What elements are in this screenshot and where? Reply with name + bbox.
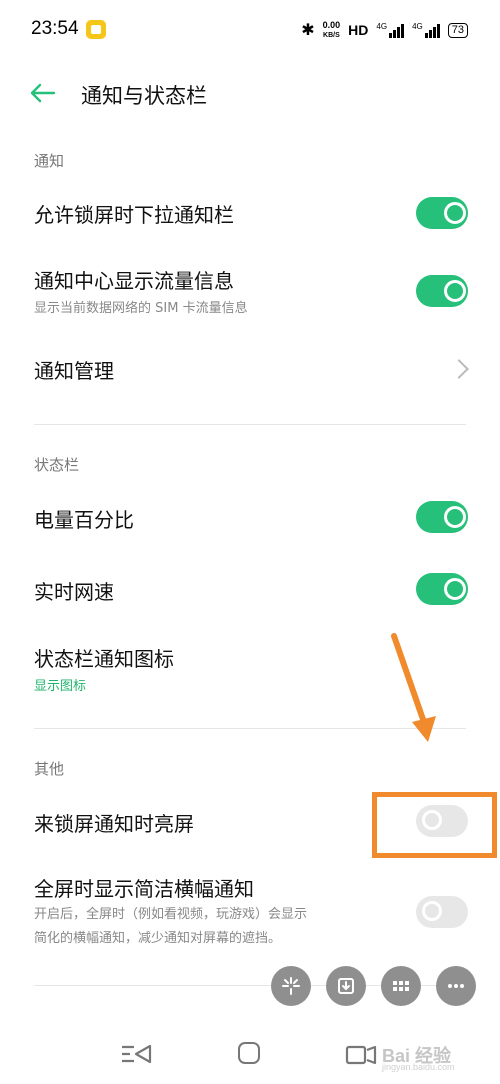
nav-back-icon[interactable] — [120, 1043, 154, 1065]
toggle-knob — [444, 578, 466, 600]
setting-title: 电量百分比 — [34, 508, 134, 532]
page-header: 通知与状态栏 — [0, 66, 500, 122]
toggle-knob — [444, 280, 466, 302]
nav-home-icon[interactable] — [238, 1042, 260, 1064]
setting-title: 全屏时显示简洁横幅通知 — [34, 877, 254, 901]
navigation-bar: Bai 经验 — [0, 1020, 500, 1084]
watermark-url: jingyan.baidu.com — [382, 1062, 455, 1072]
setting-title: 通知管理 — [34, 359, 114, 383]
fab-more-button[interactable] — [436, 966, 476, 1006]
toggle-switch-on[interactable] — [416, 573, 468, 605]
nav-recent-icon[interactable] — [345, 1044, 379, 1066]
setting-title: 状态栏通知图标 — [34, 647, 174, 671]
divider — [34, 424, 466, 425]
status-indicators: ✱ 0.00 KB/S HD 4G 4G 73 — [301, 20, 468, 40]
toggle-switch-on[interactable] — [416, 275, 468, 307]
signal-label-2: 4G — [412, 22, 423, 31]
setting-title: 实时网速 — [34, 580, 114, 604]
net-speed-unit: KB/S — [323, 31, 340, 39]
setting-title: 通知中心显示流量信息 — [34, 269, 234, 293]
toggle-knob — [444, 202, 466, 224]
toggle-switch-off[interactable] — [416, 896, 468, 928]
setting-title: 允许锁屏时下拉通知栏 — [34, 203, 234, 227]
more-icon — [448, 984, 464, 988]
section-label-other: 其他 — [34, 760, 65, 778]
grid-icon — [393, 981, 409, 991]
download-icon — [338, 978, 354, 994]
back-arrow-icon[interactable] — [28, 78, 58, 108]
status-bar: 23:54 ✱ 0.00 KB/S HD 4G 4G 73 — [0, 0, 500, 60]
section-label-statusbar: 状态栏 — [34, 456, 80, 474]
signal-icon-2: 4G — [412, 22, 440, 38]
net-speed: 0.00 KB/S — [322, 19, 341, 40]
setting-value: 显示图标 — [34, 679, 87, 694]
battery-icon: 73 — [447, 22, 468, 38]
setting-description-line1: 开启后，全屏时（例如看视频，玩游戏）会显示 — [34, 907, 308, 922]
toggle-knob — [422, 901, 442, 921]
setting-title: 来锁屏通知时亮屏 — [34, 812, 194, 836]
status-time: 23:54 — [31, 18, 79, 39]
toggle-switch-on[interactable] — [416, 197, 468, 229]
orange-highlight-box — [372, 792, 497, 858]
notification-app-icon — [86, 20, 106, 39]
fab-sparkle-button[interactable] — [271, 966, 311, 1006]
page-title: 通知与状态栏 — [81, 84, 207, 108]
bluetooth-icon: ✱ — [301, 22, 315, 39]
chevron-right-icon — [449, 359, 469, 379]
net-speed-value: 0.00 — [322, 19, 341, 30]
setting-subtitle: 显示当前数据网络的 SIM 卡流量信息 — [34, 301, 248, 316]
signal-icon-1: 4G — [376, 22, 405, 38]
orange-arrow-annotation — [391, 633, 436, 742]
fab-grid-button[interactable] — [381, 966, 421, 1006]
section-label-notification: 通知 — [34, 152, 65, 170]
setting-description-line2: 简化的横幅通知，减少通知对屏幕的遮挡。 — [34, 931, 282, 946]
fab-download-button[interactable] — [326, 966, 366, 1006]
signal-label-1: 4G — [376, 22, 388, 31]
toggle-switch-on[interactable] — [416, 501, 468, 533]
sparkle-icon — [282, 977, 300, 995]
toggle-knob — [444, 506, 466, 528]
hd-icon: HD — [348, 22, 369, 38]
